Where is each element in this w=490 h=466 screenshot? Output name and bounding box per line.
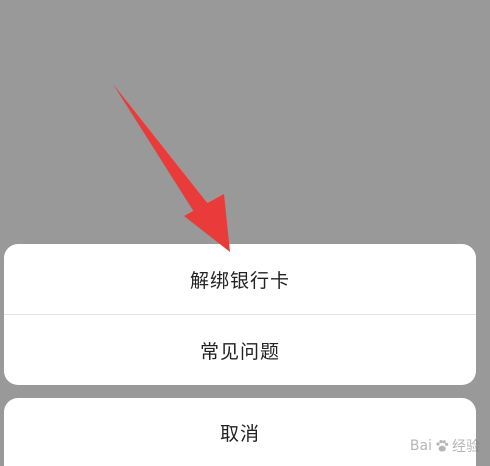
action-sheet-cancel-group: 取消 — [4, 398, 476, 466]
action-sheet: 解绑银行卡 常见问题 取消 — [0, 0, 490, 466]
action-sheet-options: 解绑银行卡 常见问题 — [4, 244, 476, 385]
paw-icon — [436, 440, 449, 452]
baidu-watermark: Bai 经验 — [410, 436, 480, 456]
watermark-text-left: Bai — [409, 438, 432, 454]
cancel-button[interactable]: 取消 — [4, 398, 476, 466]
unbind-bank-card-button[interactable]: 解绑银行卡 — [4, 244, 476, 315]
faq-button[interactable]: 常见问题 — [4, 315, 476, 385]
watermark-text-right: 经验 — [452, 439, 480, 455]
